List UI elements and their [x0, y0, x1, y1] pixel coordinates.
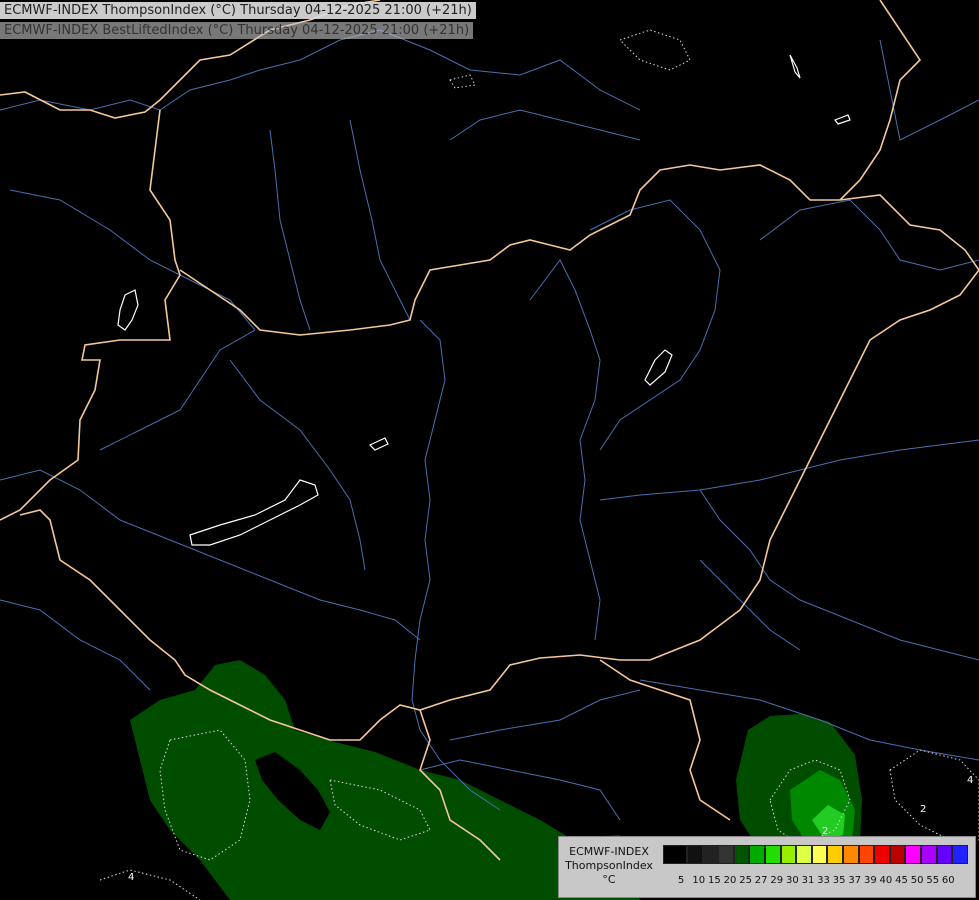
legend-swatches	[663, 845, 968, 864]
lake-small-2	[789, 54, 801, 79]
legend-swatch	[858, 845, 875, 864]
legend-tick: 60	[941, 875, 955, 886]
legend-tick: 50	[910, 875, 924, 886]
legend-swatch	[663, 845, 687, 864]
legend-tick: 27	[754, 875, 768, 886]
legend-ticks: 5 10 15 20 25 27 29 30 31 33 35 37 39 40 45 50 55 60	[671, 875, 956, 886]
legend-swatch	[920, 845, 937, 864]
contour-label: 4	[967, 775, 973, 786]
legend-unit: °C	[602, 873, 616, 886]
contour-label: 4	[128, 872, 134, 883]
legend-tick: 37	[848, 875, 862, 886]
legend-tick: 5	[677, 875, 685, 886]
legend-tick: 20	[723, 875, 737, 886]
map-title-best-lifted-index: ECMWF-INDEX BestLiftedIndex (°C) Thursda…	[0, 22, 474, 39]
legend-tick: 35	[832, 875, 846, 886]
legend-swatch	[936, 845, 953, 864]
legend-swatch	[889, 845, 906, 864]
legend-swatch	[905, 845, 921, 864]
legend-tick: 45	[895, 875, 908, 886]
lakes	[117, 54, 851, 546]
border-west	[0, 109, 181, 521]
border-hungary-north	[179, 164, 979, 336]
legend-swatch	[702, 845, 719, 864]
legend-variable: ThompsonIndex	[565, 859, 653, 872]
legend-tick: 55	[926, 875, 940, 886]
legend-tick: 33	[817, 875, 830, 886]
legend-tick: 40	[879, 875, 893, 886]
legend-label: ECMWF-INDEX ThompsonIndex °C	[563, 845, 655, 887]
contour-label: 2	[920, 804, 926, 815]
legend-tick: 25	[739, 875, 752, 886]
lake-small-3	[834, 114, 851, 125]
legend-swatch	[733, 845, 750, 864]
legend-model: ECMWF-INDEX	[569, 845, 649, 858]
legend-tick: 15	[708, 875, 721, 886]
lake-tisza	[644, 349, 673, 386]
legend-swatch	[718, 845, 734, 864]
color-legend: ECMWF-INDEX ThompsonIndex °C 5 10 15 20 25 27…	[558, 836, 976, 898]
map-title-thompson-index: ECMWF-INDEX ThompsonIndex (°C) Thursday …	[0, 2, 476, 19]
legend-tick: 30	[785, 875, 799, 886]
legend-swatch	[952, 845, 968, 864]
legend-swatch	[827, 845, 843, 864]
lake-small-1	[368, 437, 389, 451]
legend-swatch	[842, 845, 859, 864]
lake-balaton	[189, 479, 319, 546]
legend-tick: 29	[770, 875, 784, 886]
rivers	[0, 29, 979, 821]
legend-tick: 39	[863, 875, 877, 886]
legend-tick: 10	[692, 875, 706, 886]
weather-map: 4 4 2 2	[0, 0, 979, 900]
legend-swatch	[749, 845, 765, 864]
legend-tick: 31	[801, 875, 815, 886]
legend-swatch	[687, 845, 703, 864]
legend-swatch	[780, 845, 797, 864]
border-east-1	[839, 0, 922, 201]
legend-swatch	[764, 845, 781, 864]
legend-swatch	[811, 845, 828, 864]
legend-swatch	[874, 845, 890, 864]
lake-neusiedl	[117, 289, 139, 331]
legend-swatch	[796, 845, 812, 864]
